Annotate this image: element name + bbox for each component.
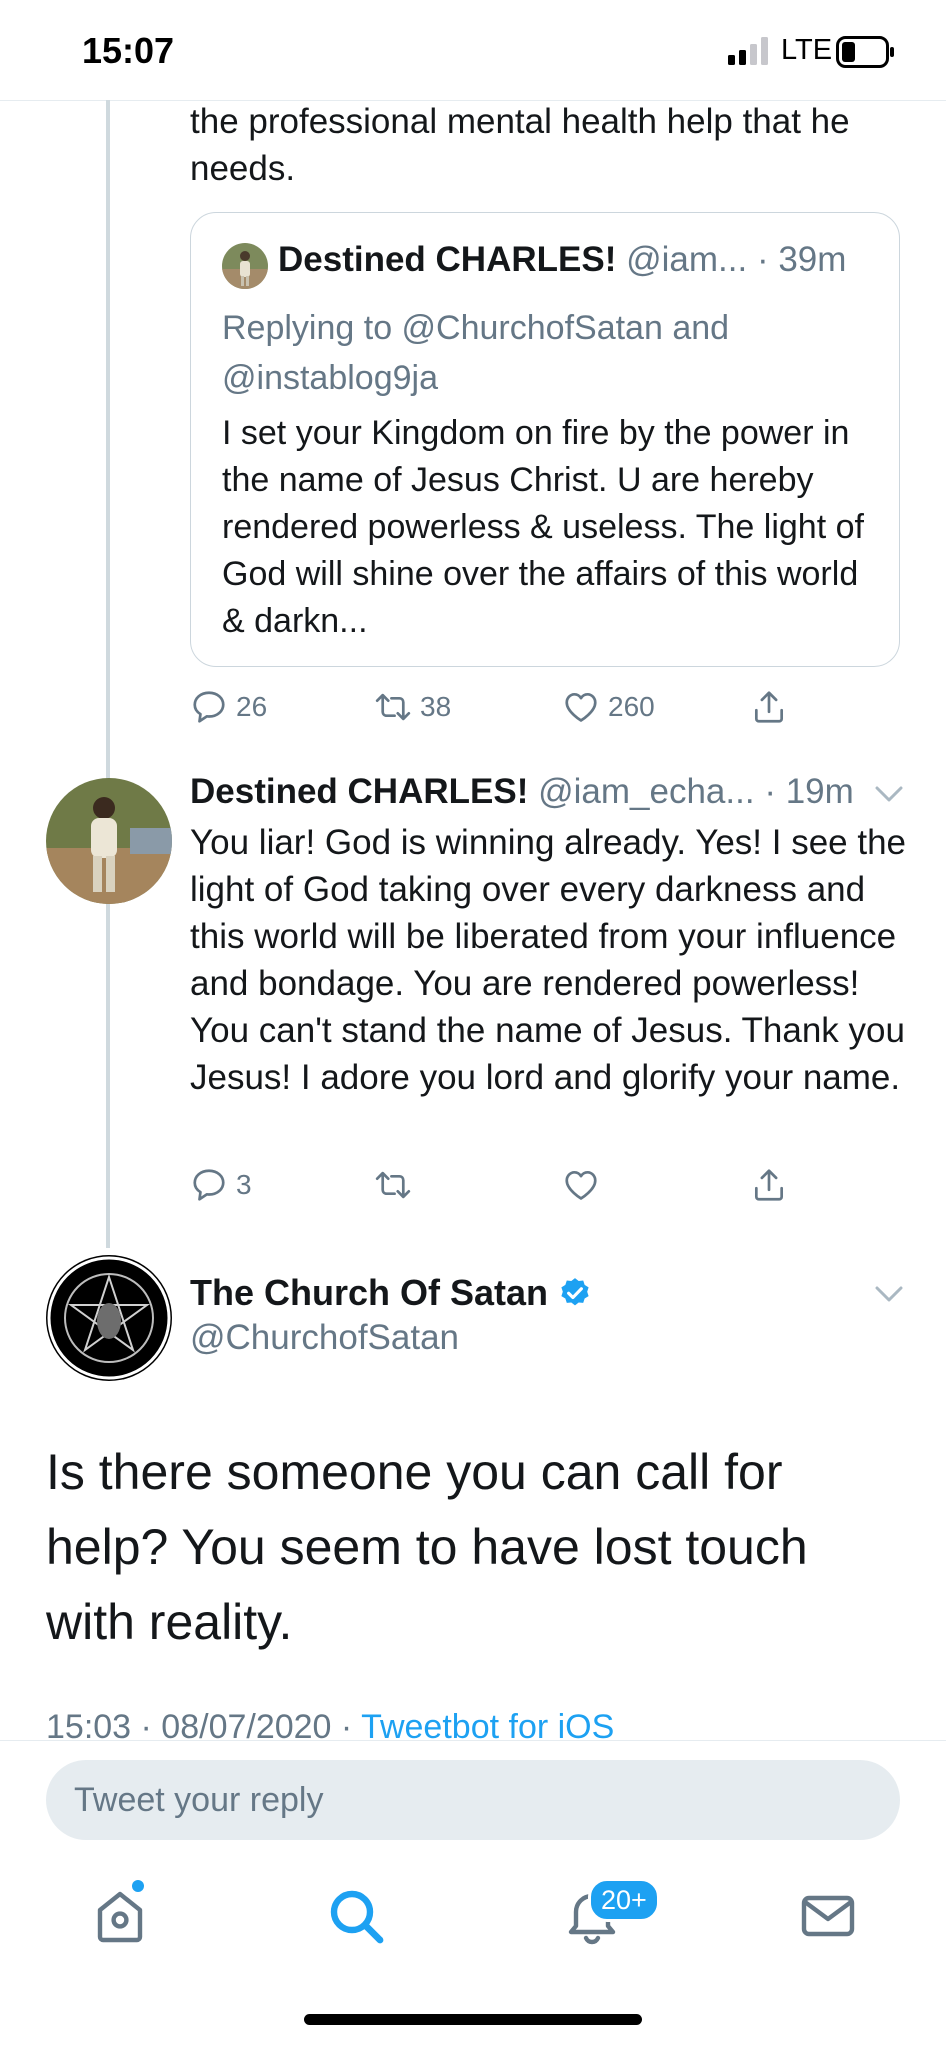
share-action[interactable]	[750, 1166, 788, 1204]
share-action[interactable]	[750, 688, 788, 726]
tweet-timestamp: 15:03 · 08/07/2020 ·	[46, 1708, 353, 1742]
retweet-icon	[375, 693, 411, 721]
verified-icon	[561, 1278, 589, 1306]
signal-icon	[728, 37, 768, 65]
like-icon	[565, 1170, 597, 1200]
battery-icon	[836, 36, 894, 68]
reply-tweet-header: Destined CHARLES! @iam_echa... · 19m	[190, 772, 854, 812]
quoted-tweet-time: · 39m	[756, 240, 847, 279]
home-unread-dot	[132, 1880, 144, 1892]
home-indicator	[304, 2014, 642, 2025]
tweet-source-link[interactable]: Tweetbot for iOS	[361, 1708, 614, 1742]
quoted-author-name[interactable]: Destined CHARLES!	[278, 240, 616, 279]
chevron-down-icon[interactable]	[874, 784, 904, 804]
reply-action[interactable]: 26	[190, 688, 267, 726]
like-action[interactable]: 260	[562, 688, 655, 726]
reply-action[interactable]: 3	[190, 1166, 252, 1204]
quoted-avatar	[222, 243, 268, 289]
reply-input[interactable]	[46, 1760, 900, 1840]
retweet-action[interactable]	[374, 1166, 412, 1204]
quoted-tweet-header: Destined CHARLES! @iam... · 39m	[278, 240, 846, 280]
quoted-author-handle[interactable]: @iam...	[626, 240, 747, 279]
home-icon[interactable]	[90, 1886, 150, 1946]
tweet-time: · 19m	[764, 772, 854, 811]
notifications-badge: 20+	[588, 1878, 660, 1922]
reply-icon	[193, 691, 225, 723]
retweet-action[interactable]: 38	[374, 688, 451, 726]
reply-count: 3	[236, 1169, 252, 1200]
main-tweet-text: Is there someone you can call for help? …	[46, 1444, 808, 1650]
author-name[interactable]: The Church Of Satan	[190, 1272, 548, 1314]
quoted-tweet-text: I set your Kingdom on fire by the power …	[222, 414, 864, 640]
retweet-icon	[375, 1171, 411, 1199]
reply-count: 26	[236, 691, 268, 722]
main-tweet-author: The Church Of Satan	[190, 1272, 592, 1314]
share-icon	[754, 691, 784, 723]
like-action[interactable]	[562, 1166, 600, 1204]
replying-to-label[interactable]: Replying to @ChurchofSatan and @instablo…	[222, 303, 882, 403]
carrier-label: LTE	[781, 34, 833, 66]
messages-icon[interactable]	[798, 1886, 858, 1946]
share-icon	[754, 1169, 784, 1201]
avatar[interactable]	[46, 778, 172, 904]
status-time: 15:07	[82, 30, 175, 71]
author-name[interactable]: Destined CHARLES!	[190, 772, 528, 811]
like-icon	[565, 692, 597, 722]
author-handle[interactable]: @iam_echa...	[538, 772, 754, 811]
chevron-down-icon[interactable]	[874, 1284, 904, 1304]
tweet-text-tail: the professional mental health help that…	[190, 102, 850, 188]
reply-tweet-text: You liar! God is winning already. Yes! I…	[190, 823, 907, 1097]
author-handle[interactable]: @ChurchofSatan	[190, 1318, 459, 1358]
retweet-count: 38	[420, 691, 452, 722]
tweet-timestamp-line: 15:03 · 08/07/2020 · Tweetbot for iOS	[46, 1708, 614, 1742]
thread-line	[106, 100, 110, 1248]
search-icon[interactable]	[326, 1886, 386, 1946]
like-count: 260	[608, 691, 655, 722]
avatar[interactable]	[46, 1255, 172, 1381]
reply-icon	[193, 1169, 225, 1201]
